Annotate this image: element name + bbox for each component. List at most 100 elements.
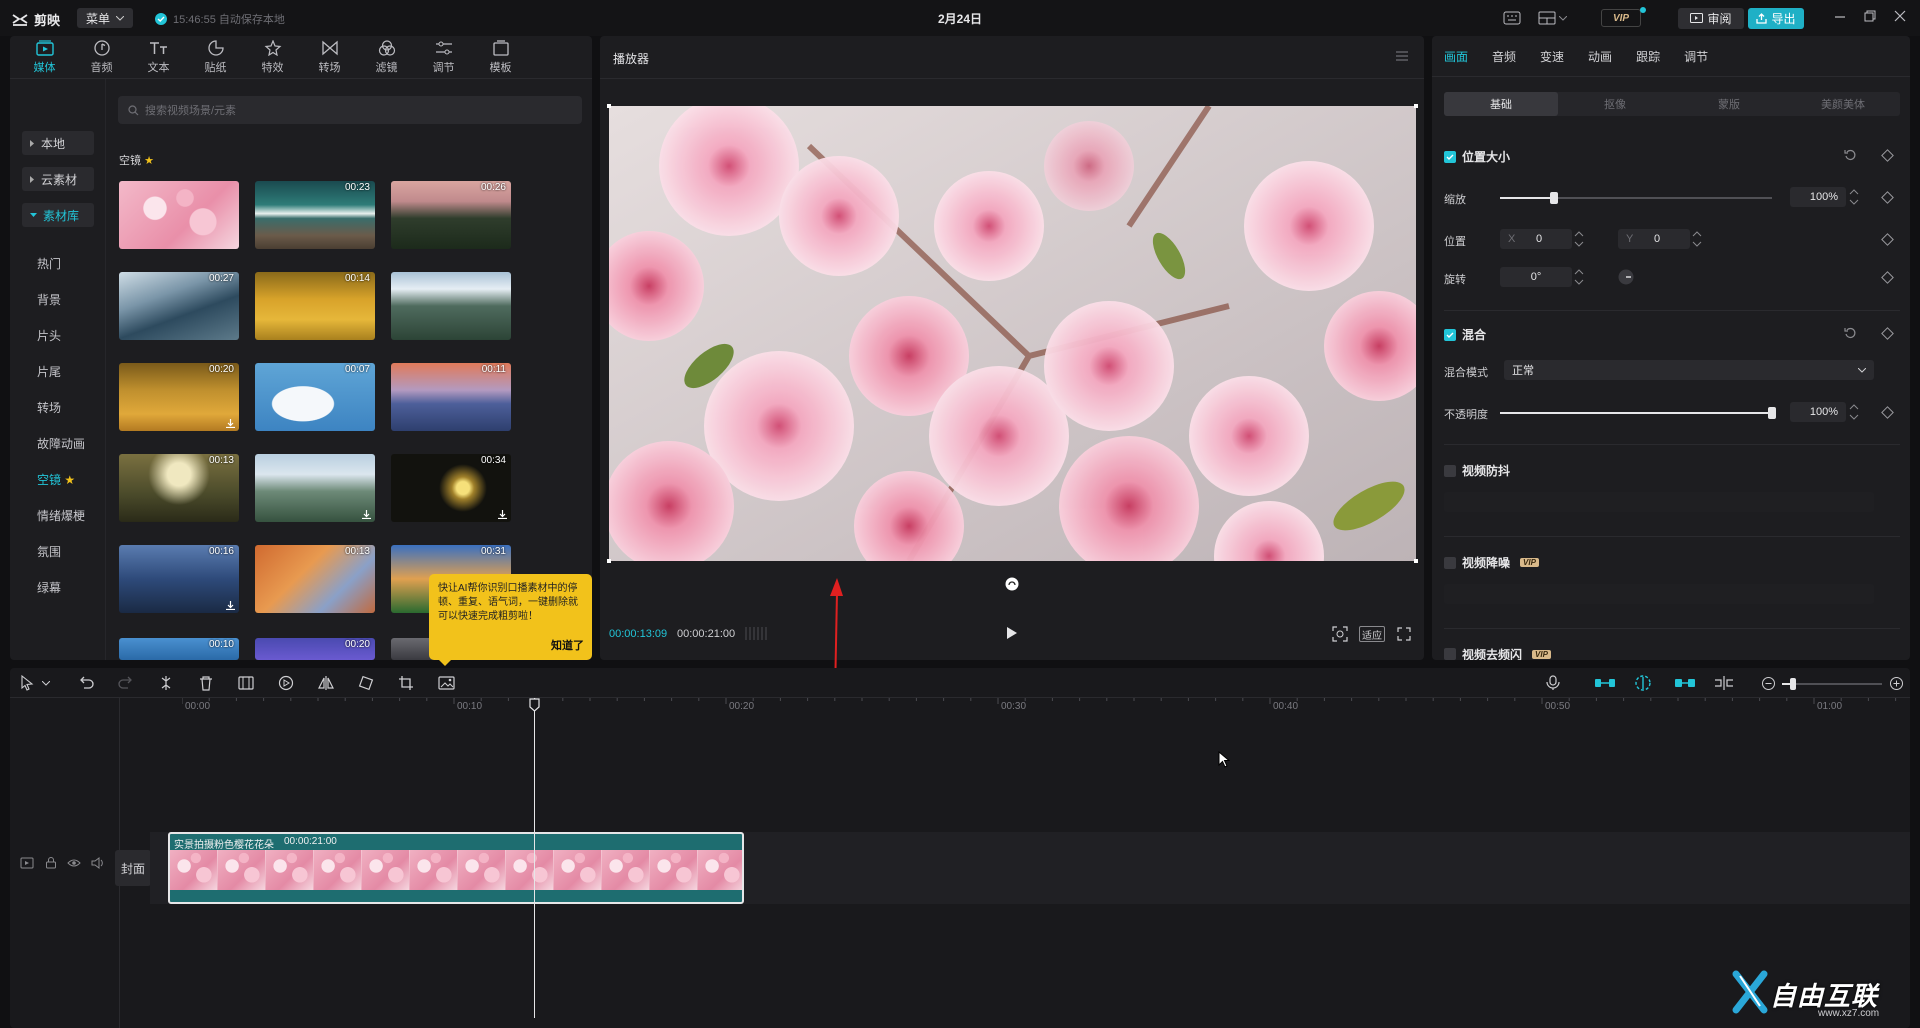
opacity-input[interactable]: 100%	[1790, 402, 1846, 422]
thumbnail[interactable]: 00:13	[119, 454, 239, 522]
tab-media[interactable]: 媒体	[16, 36, 73, 78]
thumbnail[interactable]: 00:16	[119, 545, 239, 613]
vip-badge[interactable]: VIP	[1601, 9, 1641, 27]
thumbnail[interactable]: 00:14	[255, 272, 375, 340]
linkage-icon[interactable]	[1674, 676, 1696, 690]
freeze-frame-icon[interactable]	[238, 675, 254, 691]
blend-mode-select[interactable]: 正常	[1504, 360, 1874, 380]
tab-filter[interactable]: 滤镜	[358, 36, 415, 78]
thumbnail[interactable]: 00:34	[391, 454, 511, 522]
opacity-slider[interactable]	[1500, 407, 1776, 419]
tab-template[interactable]: 模板	[472, 36, 529, 78]
keyframe-diamond-icon[interactable]	[1881, 191, 1894, 204]
download-icon[interactable]	[498, 510, 507, 519]
resize-handle[interactable]	[1414, 104, 1418, 108]
playhead-line[interactable]	[534, 698, 535, 1018]
thumbnail[interactable]	[255, 454, 375, 522]
menu-button[interactable]: 菜单	[77, 8, 133, 28]
thumbnail[interactable]	[119, 181, 239, 249]
preview-axis-icon[interactable]	[1714, 676, 1734, 690]
review-button[interactable]: 审阅	[1678, 8, 1744, 29]
reverse-icon[interactable]	[278, 675, 294, 691]
tip-dismiss-button[interactable]: 知道了	[551, 639, 584, 653]
thumbnail[interactable]	[391, 272, 511, 340]
keyboard-icon[interactable]	[1503, 11, 1521, 25]
cover-button[interactable]: 封面	[115, 850, 151, 886]
delete-icon[interactable]	[198, 675, 214, 691]
zoom-out-icon[interactable]	[1762, 677, 1775, 690]
reset-icon[interactable]	[1844, 149, 1856, 161]
search-input[interactable]: 搜索视频场景/元素	[118, 96, 582, 124]
video-clip[interactable]: 实景拍摄粉色樱花花朵 00:00:21:00	[168, 832, 744, 904]
reset-icon[interactable]	[1844, 327, 1856, 339]
tab-text[interactable]: 文本	[130, 36, 187, 78]
fit-ratio-button[interactable]: 适应	[1359, 626, 1385, 642]
tab-audio-props[interactable]: 音频	[1492, 48, 1516, 65]
restore-icon[interactable]	[1864, 10, 1876, 22]
thumbnail[interactable]: 00:20	[119, 363, 239, 431]
stepper-icon[interactable]	[1849, 402, 1859, 422]
zoom-in-icon[interactable]	[1890, 677, 1903, 690]
position-y-input[interactable]: Y 0	[1618, 229, 1690, 249]
subtab-mask[interactable]: 蒙版	[1672, 92, 1786, 116]
split-icon[interactable]	[158, 675, 174, 691]
sidebar-item-background[interactable]: 背景	[37, 291, 61, 308]
chevron-down-icon[interactable]	[1559, 16, 1567, 21]
sidebar-item-atmosphere[interactable]: 氛围	[37, 543, 61, 560]
scale-input[interactable]: 100%	[1790, 187, 1846, 207]
deflicker-checkbox[interactable]	[1444, 648, 1456, 660]
resize-handle[interactable]	[607, 104, 611, 108]
sidebar-item-emotion[interactable]: 情绪爆梗	[37, 507, 85, 524]
microphone-icon[interactable]	[1546, 675, 1560, 691]
rotation-dial-icon[interactable]	[1618, 269, 1634, 285]
resize-handle[interactable]	[1414, 559, 1418, 563]
menu-lines-icon[interactable]	[1396, 51, 1408, 61]
play-icon[interactable]	[1006, 626, 1018, 640]
screenshot-icon[interactable]	[1332, 626, 1348, 642]
video-preview[interactable]	[609, 106, 1416, 561]
close-icon[interactable]	[1894, 10, 1906, 22]
minimize-icon[interactable]	[1834, 10, 1846, 22]
undo-icon[interactable]	[78, 675, 94, 691]
keyframe-diamond-icon[interactable]	[1881, 271, 1894, 284]
subtab-beauty[interactable]: 美颜美体	[1786, 92, 1900, 116]
download-icon[interactable]	[362, 510, 371, 519]
props-scrollbar[interactable]	[1902, 76, 1906, 656]
resize-handle[interactable]	[607, 559, 611, 563]
chevron-down-icon[interactable]	[42, 681, 50, 686]
sidebar-item-empty-shot[interactable]: 空镜 ★	[37, 471, 75, 488]
auto-snap-icon[interactable]	[1634, 674, 1652, 692]
track-video-icon[interactable]	[20, 857, 34, 869]
fullscreen-icon[interactable]	[1397, 627, 1411, 641]
position-x-input[interactable]: X 0	[1500, 229, 1572, 249]
tab-transition[interactable]: 转场	[301, 36, 358, 78]
keyframe-diamond-icon[interactable]	[1881, 233, 1894, 246]
stepper-icon[interactable]	[1574, 229, 1584, 249]
sidebar-item-glitch[interactable]: 故障动画	[37, 435, 85, 452]
tab-adjust[interactable]: 调节	[415, 36, 472, 78]
thumbnail[interactable]: 00:26	[391, 181, 511, 249]
tab-adjust-props[interactable]: 调节	[1684, 48, 1708, 65]
subtab-cutout[interactable]: 抠像	[1558, 92, 1672, 116]
sidebar-group-cloud[interactable]: 云素材	[22, 167, 94, 191]
crop-icon[interactable]	[398, 675, 414, 691]
sidebar-group-local[interactable]: 本地	[22, 131, 94, 155]
sidebar-item-greenscreen[interactable]: 绿幕	[37, 579, 61, 596]
stepper-icon[interactable]	[1849, 187, 1859, 207]
keyframe-diamond-icon[interactable]	[1881, 149, 1894, 162]
sidebar-group-library[interactable]: 素材库	[22, 203, 94, 227]
thumbnail[interactable]: 00:13	[255, 545, 375, 613]
playhead-handle[interactable]	[529, 698, 540, 712]
tab-audio[interactable]: 音频	[73, 36, 130, 78]
denoise-checkbox[interactable]	[1444, 556, 1456, 569]
download-icon[interactable]	[226, 419, 235, 428]
tab-effects[interactable]: 特效	[244, 36, 301, 78]
zoom-slider[interactable]	[1782, 678, 1882, 690]
eye-icon[interactable]	[67, 858, 81, 868]
tab-speed[interactable]: 变速	[1540, 48, 1564, 65]
rotate-handle-icon[interactable]	[1005, 577, 1019, 591]
subtab-basic[interactable]: 基础	[1444, 92, 1558, 116]
tab-animation[interactable]: 动画	[1588, 48, 1612, 65]
thumbnail[interactable]: 00:20	[255, 638, 375, 660]
blend-checkbox[interactable]	[1444, 328, 1456, 341]
